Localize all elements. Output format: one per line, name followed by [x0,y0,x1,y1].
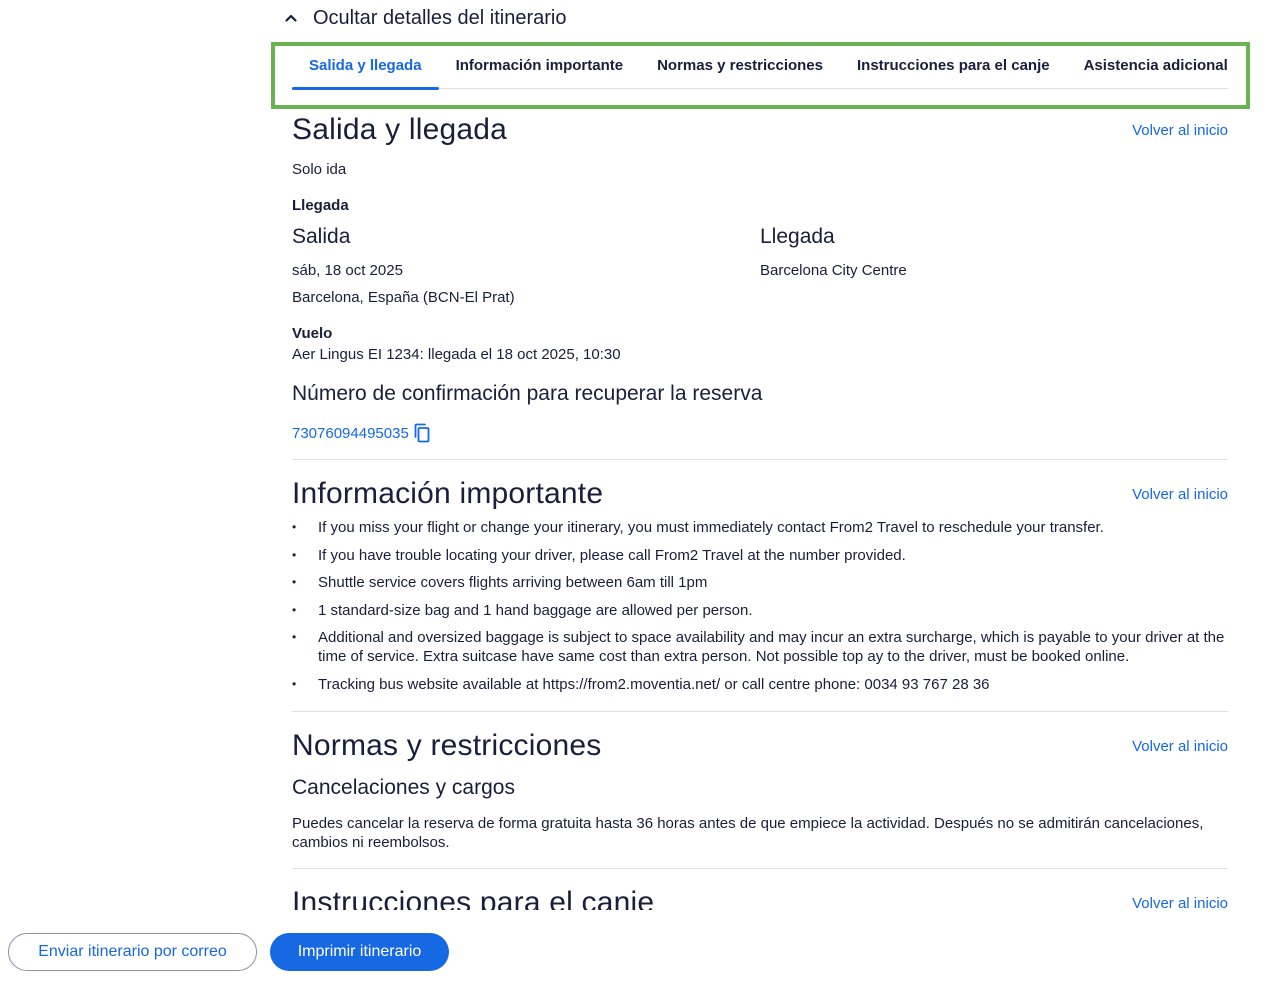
back-to-top-link[interactable]: Volver al inicio [1132,738,1228,755]
email-itinerary-button[interactable]: Enviar itinerario por correo [8,933,257,971]
list-item: If you have trouble locating your driver… [292,546,1228,565]
list-item: Shuttle service covers flights arriving … [292,573,1228,592]
cancellation-policy: Puedes cancelar la reserva de forma grat… [292,815,1204,851]
divider [292,868,1228,869]
section-title-informacion: Información importante [292,477,604,510]
flight-label: Vuelo [292,325,333,342]
hide-itinerary-toggle[interactable]: Ocultar detalles del itinerario [283,4,566,32]
tab-normas-restricciones[interactable]: Normas y restricciones [640,44,840,89]
trip-type: Solo ida [292,161,347,178]
important-info-list: If you miss your flight or change your i… [292,518,1228,702]
arrival-place: Barcelona City Centre [760,262,907,279]
list-item: If you miss your flight or change your i… [292,518,1228,537]
flight-value: Aer Lingus EI 1234: llegada el 18 oct 20… [292,346,621,363]
tab-salida-llegada[interactable]: Salida y llegada [292,44,439,90]
departure-place: Barcelona, España (BCN-El Prat) [292,289,515,306]
confirmation-number: 73076094495035 [292,424,409,442]
divider [292,711,1228,712]
back-to-top-link[interactable]: Volver al inicio [1132,486,1228,503]
list-item: Tracking bus website available at https:… [292,675,1228,694]
itinerary-tabs: Salida y llegada Información importante … [292,44,1228,90]
departure-date: sáb, 18 oct 2025 [292,262,403,279]
divider [292,459,1228,460]
copy-icon[interactable] [413,423,431,443]
section-title-salida-llegada: Salida y llegada [292,113,508,146]
list-item: 1 standard-size bag and 1 hand baggage a… [292,601,1228,620]
hide-itinerary-label: Ocultar detalles del itinerario [313,6,567,29]
print-itinerary-button[interactable]: Imprimir itinerario [270,933,449,971]
tab-asistencia-adicional[interactable]: Asistencia adicional [1067,44,1245,89]
section-title-normas: Normas y restricciones [292,729,602,762]
trip-kind-label: Llegada [292,197,349,214]
confirmation-heading: Número de confirmación para recuperar la… [292,382,763,405]
cancellations-heading: Cancelaciones y cargos [292,776,515,799]
tab-instrucciones-canje[interactable]: Instrucciones para el canje [840,44,1067,89]
confirmation-number-link[interactable]: 73076094495035 [292,423,431,443]
arrival-heading: Llegada [760,225,835,248]
chevron-up-icon [285,14,297,22]
departure-heading: Salida [292,225,351,248]
back-to-top-link[interactable]: Volver al inicio [1132,122,1228,139]
list-item: Additional and oversized baggage is subj… [292,628,1228,666]
tab-informacion-importante[interactable]: Información importante [439,44,641,89]
